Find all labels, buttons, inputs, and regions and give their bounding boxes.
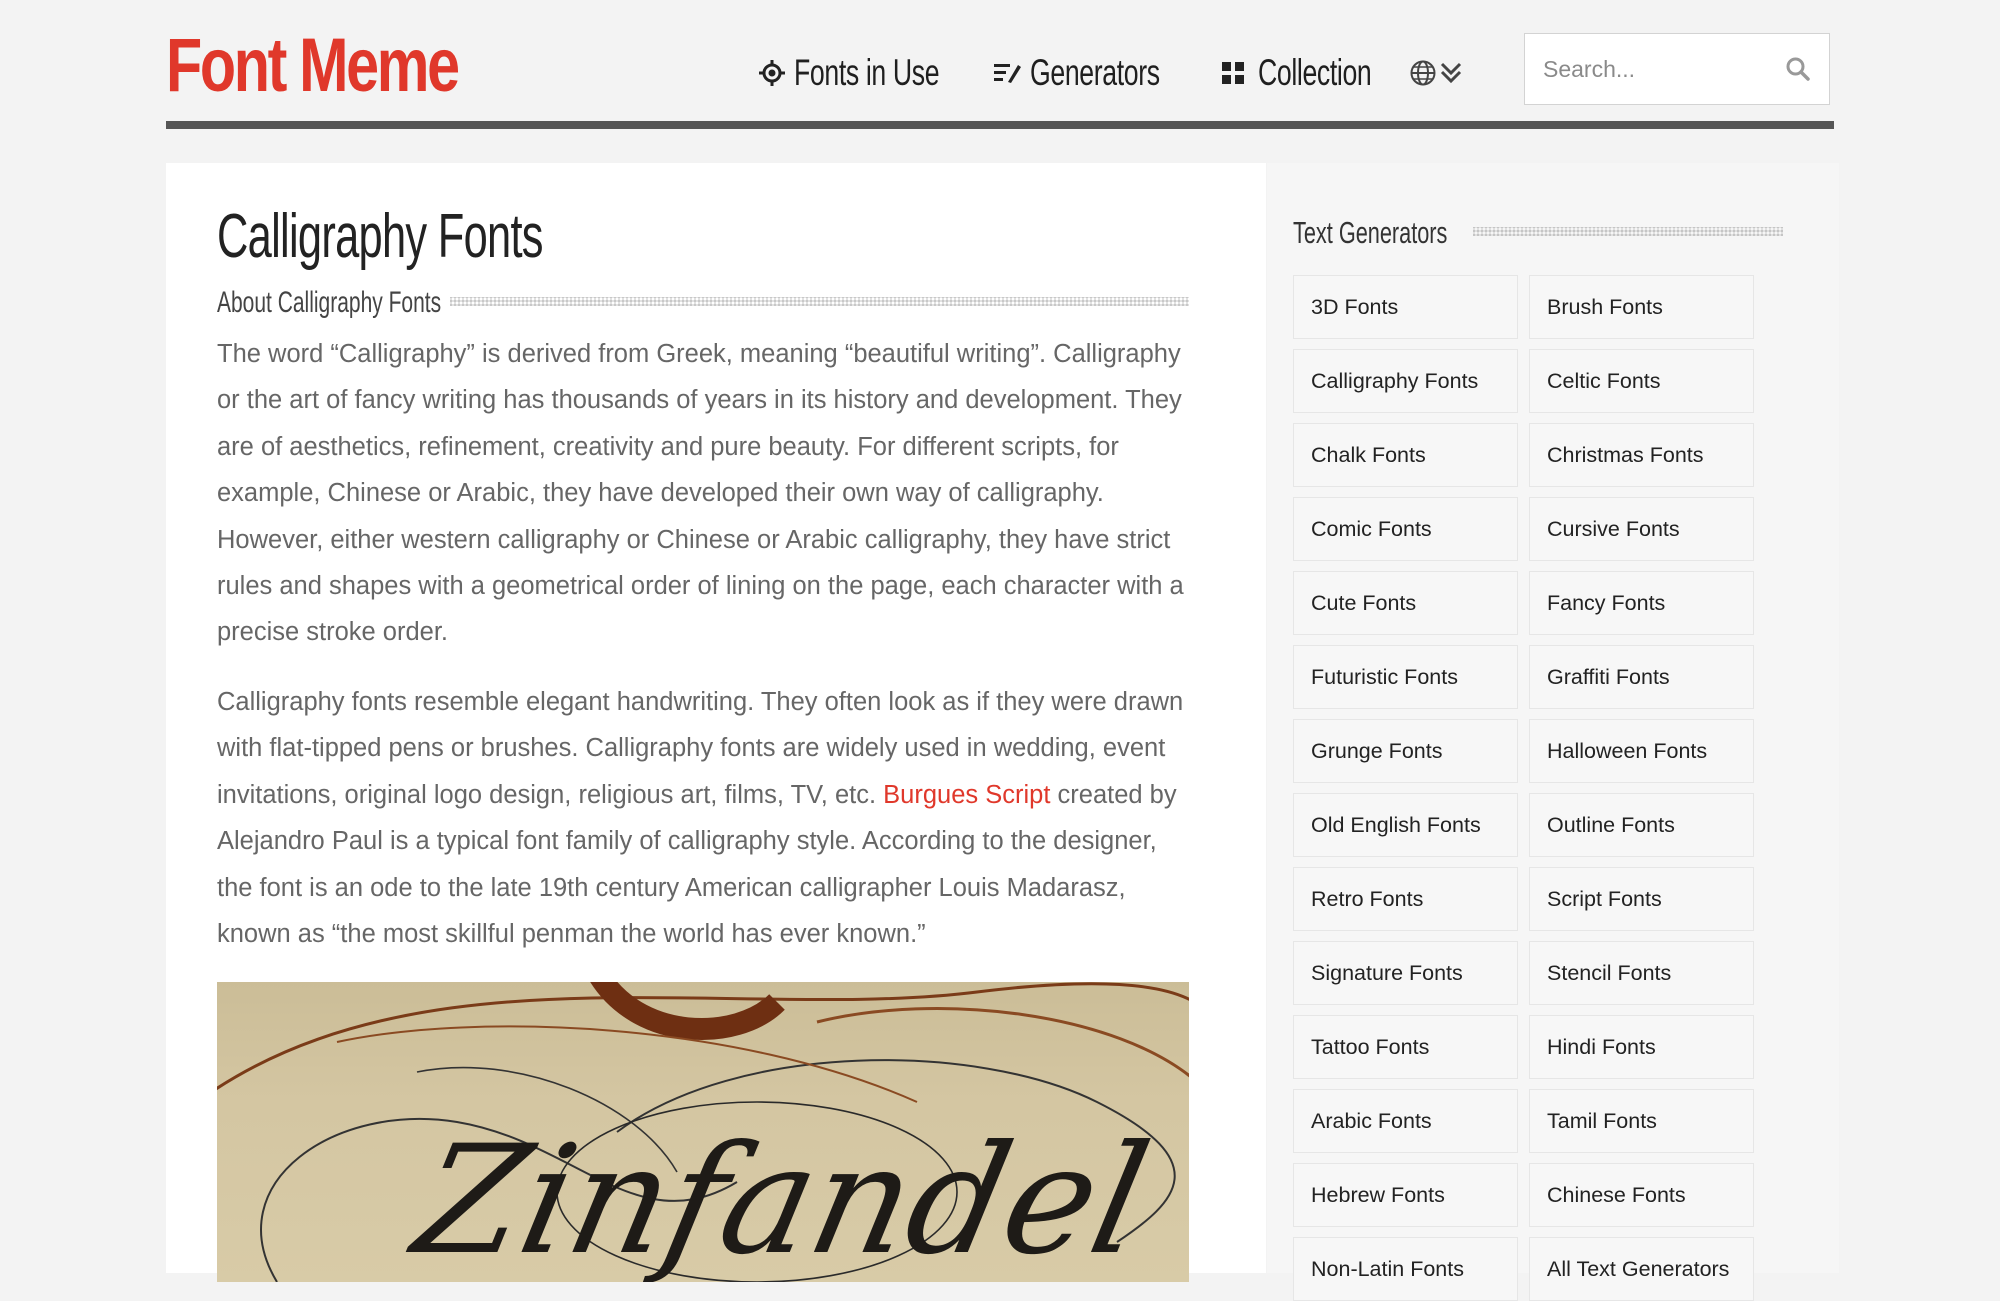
generator-outline-fonts[interactable]: Outline Fonts	[1529, 793, 1754, 857]
nav-generators[interactable]: Generators	[994, 52, 1210, 94]
generator-arabic-fonts[interactable]: Arabic Fonts	[1293, 1089, 1518, 1153]
generator-futuristic-fonts[interactable]: Futuristic Fonts	[1293, 645, 1518, 709]
nav-fonts-in-use[interactable]: Fonts in Use	[758, 52, 996, 94]
generator-hebrew-fonts[interactable]: Hebrew Fonts	[1293, 1163, 1518, 1227]
search-icon[interactable]	[1785, 56, 1811, 87]
flourish-artwork: Zinfandel	[217, 982, 1189, 1282]
generator-chinese-fonts[interactable]: Chinese Fonts	[1529, 1163, 1754, 1227]
header-divider	[166, 121, 1834, 129]
body-paragraph: Calligraphy fonts resemble elegant handw…	[217, 679, 1197, 957]
text-generators-grid: 3D Fonts Brush Fonts Calligraphy Fonts C…	[1293, 275, 1757, 1301]
generator-brush-fonts[interactable]: Brush Fonts	[1529, 275, 1754, 339]
language-selector[interactable]	[1409, 59, 1463, 87]
globe-icon	[1409, 59, 1437, 87]
generators-list-icon	[994, 61, 1022, 85]
generator-stencil-fonts[interactable]: Stencil Fonts	[1529, 941, 1754, 1005]
site-header: Font Meme Fonts in Use Generators Collec…	[166, 0, 1834, 130]
hero-script-text: Zinfandel	[398, 1113, 1162, 1282]
search-input[interactable]	[1541, 54, 1785, 84]
generator-old-english-fonts[interactable]: Old English Fonts	[1293, 793, 1518, 857]
nav-collection[interactable]: Collection	[1222, 52, 1415, 94]
main-content: Calligraphy Fonts About Calligraphy Font…	[166, 163, 1266, 1282]
grid-icon	[1222, 62, 1244, 84]
sidebar-title: Text Generators	[1293, 215, 1448, 250]
page-title: Calligraphy Fonts	[217, 202, 544, 271]
generator-signature-fonts[interactable]: Signature Fonts	[1293, 941, 1518, 1005]
generator-comic-fonts[interactable]: Comic Fonts	[1293, 497, 1518, 561]
double-chevron-down-icon	[1439, 60, 1463, 86]
generator-celtic-fonts[interactable]: Celtic Fonts	[1529, 349, 1754, 413]
nav-label: Collection	[1258, 52, 1372, 93]
generator-fancy-fonts[interactable]: Fancy Fonts	[1529, 571, 1754, 635]
generator-3d-fonts[interactable]: 3D Fonts	[1293, 275, 1518, 339]
generator-cursive-fonts[interactable]: Cursive Fonts	[1529, 497, 1754, 561]
generator-script-fonts[interactable]: Script Fonts	[1529, 867, 1754, 931]
search-box	[1524, 33, 1830, 105]
sidebar: Text Generators 3D Fonts Brush Fonts Cal…	[1267, 163, 1839, 1301]
generator-grunge-fonts[interactable]: Grunge Fonts	[1293, 719, 1518, 783]
intro-paragraph: The word “Calligraphy” is derived from G…	[217, 340, 1184, 647]
generator-halloween-fonts[interactable]: Halloween Fonts	[1529, 719, 1754, 783]
section-divider	[450, 297, 1189, 306]
section-title: About Calligraphy Fonts	[217, 286, 442, 319]
sidebar-header: Text Generators	[1293, 215, 1783, 251]
generator-hindi-fonts[interactable]: Hindi Fonts	[1529, 1015, 1754, 1079]
generator-all-text-generators[interactable]: All Text Generators	[1529, 1237, 1754, 1301]
generator-tattoo-fonts[interactable]: Tattoo Fonts	[1293, 1015, 1518, 1079]
generator-chalk-fonts[interactable]: Chalk Fonts	[1293, 423, 1518, 487]
generator-tamil-fonts[interactable]: Tamil Fonts	[1529, 1089, 1754, 1153]
main-nav: Fonts in Use Generators Collection	[166, 48, 1462, 98]
generator-retro-fonts[interactable]: Retro Fonts	[1293, 867, 1518, 931]
nav-label: Fonts in Use	[794, 52, 940, 93]
nav-label: Generators	[1030, 52, 1160, 93]
generator-cute-fonts[interactable]: Cute Fonts	[1293, 571, 1518, 635]
section-header: About Calligraphy Fonts	[217, 286, 1189, 320]
generator-calligraphy-fonts[interactable]: Calligraphy Fonts	[1293, 349, 1518, 413]
calligraphy-sample-image: Zinfandel	[217, 982, 1189, 1282]
burgues-script-link[interactable]: Burgues Script	[883, 781, 1050, 809]
generator-non-latin-fonts[interactable]: Non-Latin Fonts	[1293, 1237, 1518, 1301]
crosshair-icon	[758, 59, 786, 87]
sidebar-divider	[1473, 227, 1783, 236]
generator-graffiti-fonts[interactable]: Graffiti Fonts	[1529, 645, 1754, 709]
generator-christmas-fonts[interactable]: Christmas Fonts	[1529, 423, 1754, 487]
